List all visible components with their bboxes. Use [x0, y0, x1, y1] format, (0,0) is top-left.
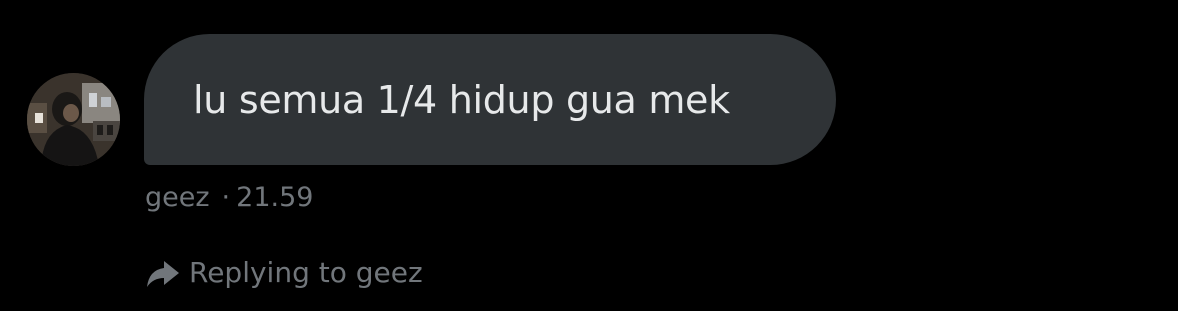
meta-separator: · [221, 181, 231, 213]
message-bubble[interactable]: lu semua 1/4 hidup gua mek [144, 34, 836, 165]
message-meta: geez · 21.59 [145, 180, 313, 214]
reply-arrow-icon [145, 254, 181, 290]
message-timestamp: 21.59 [236, 181, 314, 213]
replying-to-link[interactable]: Replying to geez [145, 254, 423, 290]
replying-to-text: Replying to geez [189, 255, 423, 289]
sender-name[interactable]: geez [145, 182, 210, 213]
sender-avatar[interactable] [27, 73, 120, 166]
message-text: lu semua 1/4 hidup gua mek [193, 77, 730, 122]
avatar-photo-icon [27, 73, 120, 166]
